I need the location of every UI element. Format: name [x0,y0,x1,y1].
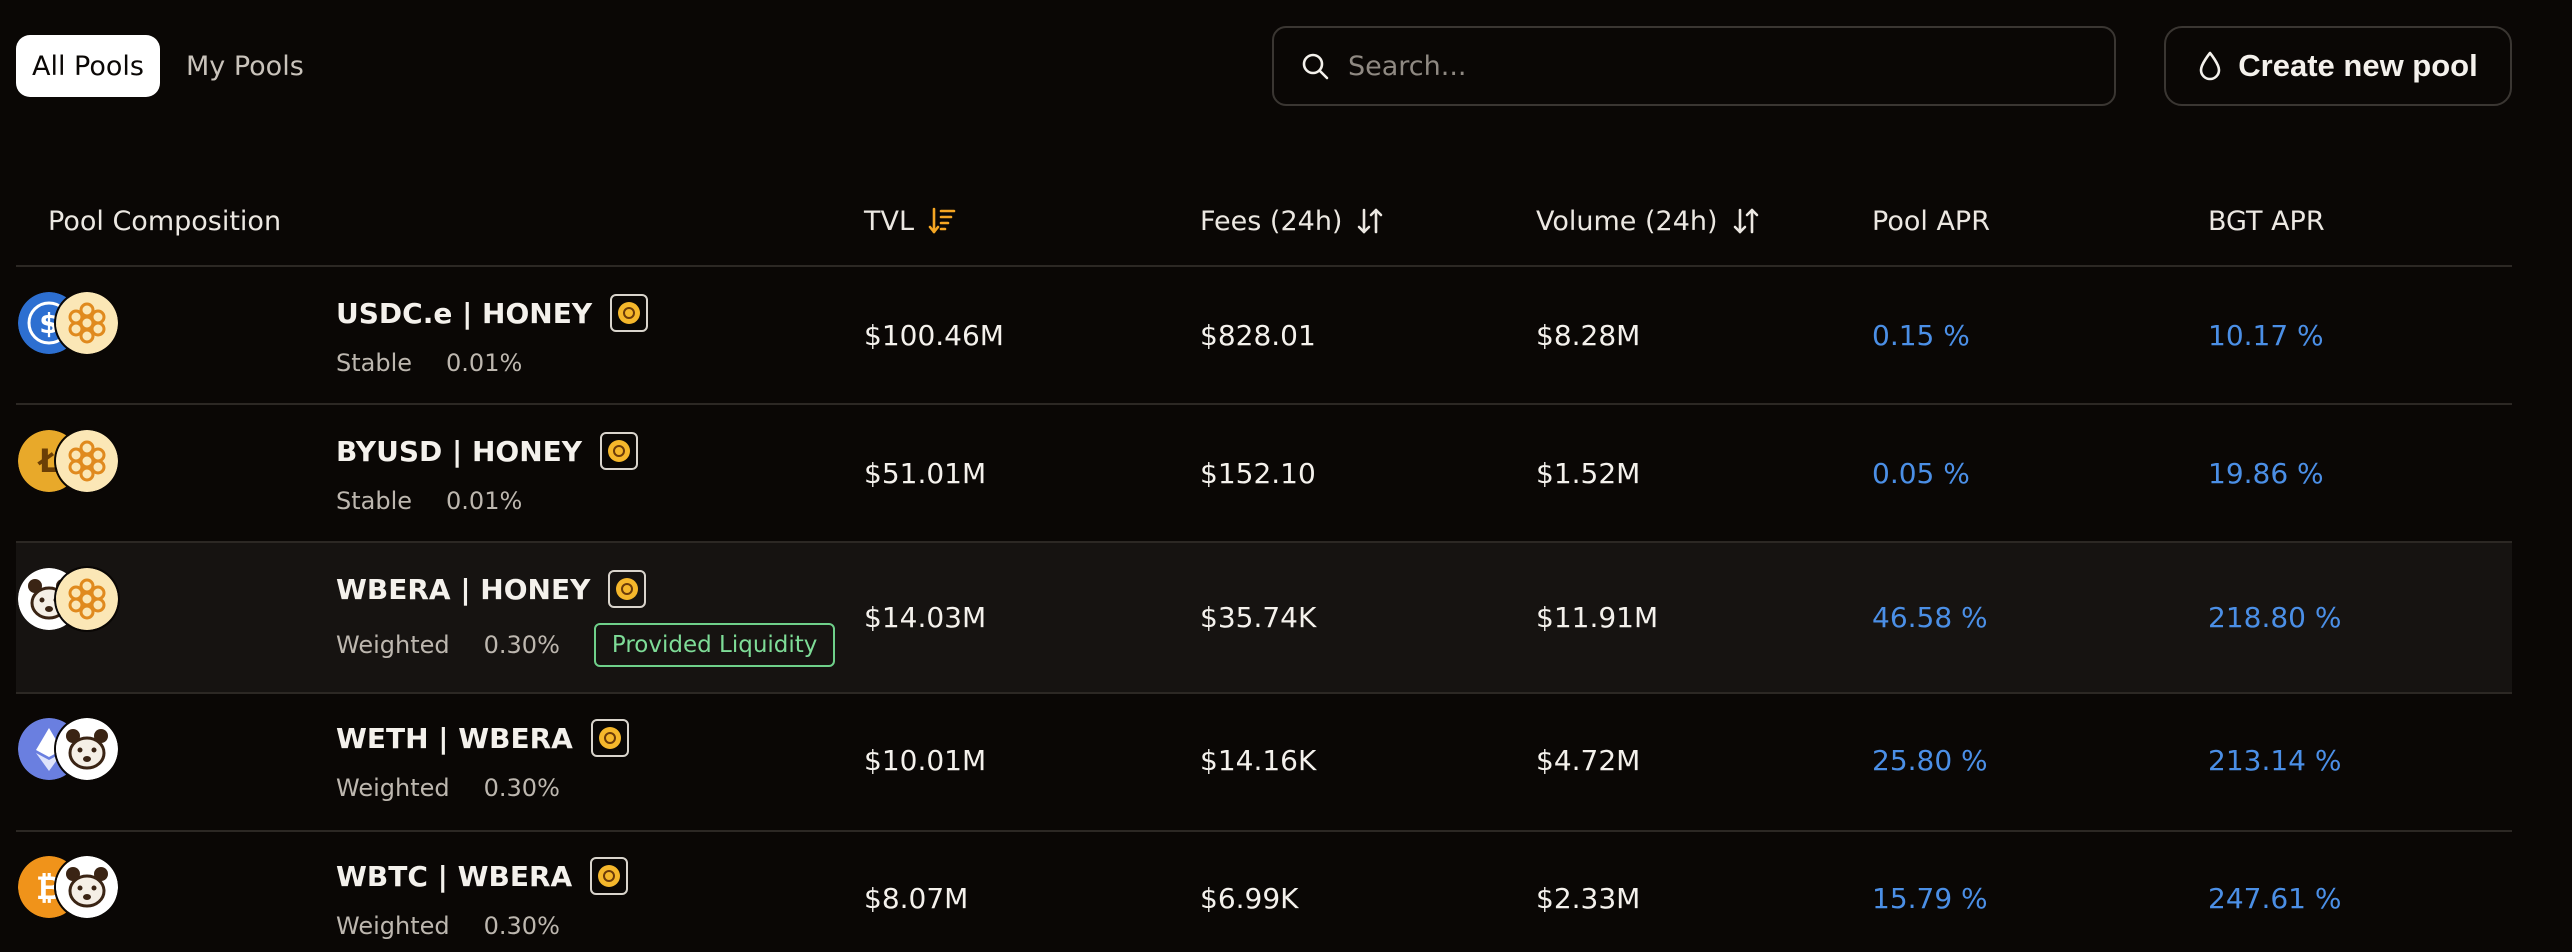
table-row[interactable]: WETH | WBERA Weighted 0.30% $10.01M $14.… [16,694,2512,832]
pool-type: Stable [336,349,413,377]
pool-fee: 0.01% [446,349,523,377]
pool-pair-name: WBERA | HONEY [336,572,591,606]
pool-meta: Stable 0.01% [336,487,522,515]
column-tvl[interactable]: TVL [864,178,956,264]
pool-type: Weighted [336,631,450,659]
table-row[interactable]: WBERA | HONEY Weighted 0.30% Provided Li… [16,543,2512,694]
fees-value: $6.99K [1200,882,1299,915]
pool-apr-value: 0.15 % [1872,319,1970,352]
pool-apr-value: 46.58 % [1872,601,1988,634]
column-fees-label: Fees (24h) [1200,205,1343,237]
volume-value: $2.33M [1536,882,1641,915]
pool-apr-value: 0.05 % [1872,457,1970,490]
bera-icon [56,718,118,780]
reward-vault-icon [590,719,629,757]
bera-icon [56,856,118,918]
bgt-apr-value: 247.61 % [2208,882,2342,915]
pool-type: Weighted [336,774,450,802]
pool-fee: 0.01% [446,487,523,515]
reward-vault-icon [608,570,647,608]
column-pool-apr: Pool APR [1872,205,1990,237]
tvl-value: $100.46M [864,319,1004,352]
table-row[interactable]: Ł BYUSD | HONEY Stable 0.01% $51.01M $15… [16,405,2512,543]
pool-fee: 0.30% [483,912,560,940]
sort-toggle-icon[interactable] [1732,206,1760,236]
column-pool-composition: Pool Composition [48,205,282,237]
table-row[interactable]: $ USDC.e | HONEY Stable 0.01% $100.46M $… [16,267,2512,405]
pool-pair-name: WETH | WBERA [336,721,573,755]
pool-pair-name: WBTC | WBERA [336,859,573,893]
pool-pair-name: BYUSD | HONEY [336,434,583,468]
pool-fee: 0.30% [483,631,560,659]
column-tvl-label: TVL [864,205,915,237]
column-volume[interactable]: Volume (24h) [1536,178,1760,264]
pool-pair[interactable]: USDC.e | HONEY [336,294,649,332]
pool-apr-value: 15.79 % [1872,882,1988,915]
honey-icon [56,292,118,354]
pool-fee: 0.30% [483,774,560,802]
volume-value: $4.72M [1536,744,1641,777]
create-new-pool-label: Create new pool [2238,48,2478,83]
pool-pair[interactable]: WBERA | HONEY [336,570,647,608]
sort-toggle-icon[interactable] [1356,206,1384,236]
reward-vault-icon [590,857,629,895]
fees-value: $152.10 [1200,457,1316,490]
fees-value: $828.01 [1200,319,1316,352]
pools-page: All Pools My Pools Create new pool Pool … [0,0,2572,952]
token-icons: $ [18,292,138,354]
table-header: Pool Composition TVL Fees (24h) Volume (… [16,178,2512,267]
tvl-value: $10.01M [864,744,987,777]
pool-pair-name: USDC.e | HONEY [336,296,593,330]
search-input[interactable] [1348,28,2114,104]
pool-pair[interactable]: WBTC | WBERA [336,857,629,895]
bgt-apr-value: 218.80 % [2208,601,2342,634]
search-box[interactable] [1272,26,2116,106]
create-new-pool-button[interactable]: Create new pool [2164,26,2512,106]
honey-icon [56,568,118,630]
fees-value: $14.16K [1200,744,1317,777]
honey-icon [56,430,118,492]
tab-all-pools[interactable]: All Pools [16,35,160,97]
bgt-apr-value: 19.86 % [2208,457,2324,490]
provided-liquidity-badge: Provided Liquidity [593,623,836,667]
tvl-value: $51.01M [864,457,987,490]
volume-value: $1.52M [1536,457,1641,490]
column-bgt-apr: BGT APR [2208,205,2325,237]
table-row[interactable]: ₿ WBTC | WBERA Weighted 0.30% $8.07M $6.… [16,832,2512,952]
pool-meta: Weighted 0.30% [336,912,560,940]
token-icons [18,568,138,630]
search-icon [1298,49,1332,83]
pool-meta: Weighted 0.30% [336,774,560,802]
token-icons: ₿ [18,856,138,918]
tvl-value: $8.07M [864,882,969,915]
sort-descending-icon[interactable] [928,206,956,236]
fees-value: $35.74K [1200,601,1317,634]
pool-type: Stable [336,487,413,515]
tvl-value: $14.03M [864,601,987,634]
pool-pair[interactable]: WETH | WBERA [336,719,629,757]
column-fees[interactable]: Fees (24h) [1200,178,1384,264]
column-volume-label: Volume (24h) [1536,205,1718,237]
pool-pair[interactable]: BYUSD | HONEY [336,432,639,470]
pool-meta: Stable 0.01% [336,349,522,377]
volume-value: $8.28M [1536,319,1641,352]
volume-value: $11.91M [1536,601,1659,634]
pool-type: Weighted [336,912,450,940]
token-icons: Ł [18,430,138,492]
pool-tabs: All Pools My Pools [16,35,320,97]
pool-meta: Weighted 0.30% Provided Liquidity [336,623,836,667]
tab-my-pools[interactable]: My Pools [170,35,320,97]
pool-apr-value: 25.80 % [1872,744,1988,777]
bgt-apr-value: 213.14 % [2208,744,2342,777]
reward-vault-icon [600,432,639,470]
token-icons [18,718,138,780]
bgt-apr-value: 10.17 % [2208,319,2324,352]
reward-vault-icon [610,294,649,332]
droplet-icon [2198,49,2226,83]
